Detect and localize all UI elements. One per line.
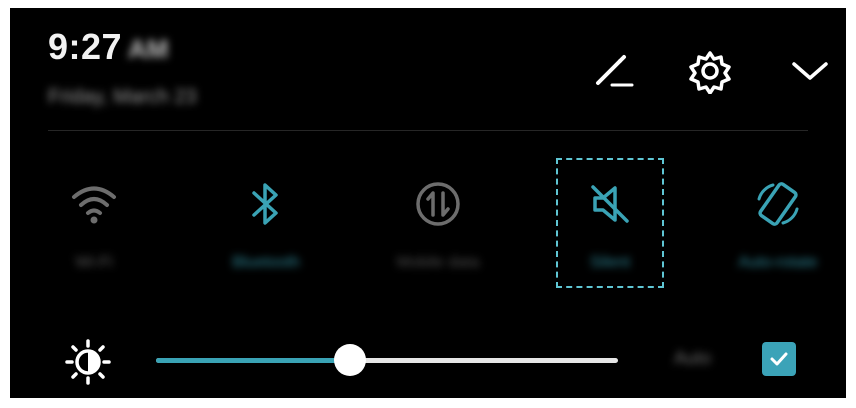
wifi-icon xyxy=(72,186,116,224)
brightness-icon xyxy=(62,336,114,388)
tile-label: Auto-rotate xyxy=(738,254,818,271)
settings-button[interactable] xyxy=(684,48,736,94)
slider-thumb[interactable] xyxy=(334,344,367,376)
date-label: Friday, March 23 xyxy=(48,86,197,108)
clock-ampm: AM xyxy=(128,34,169,64)
tile-label: Wi-Fi xyxy=(75,254,113,271)
slider-fill xyxy=(156,358,351,363)
header-divider xyxy=(48,130,808,131)
collapse-button[interactable] xyxy=(784,48,836,94)
edit-button[interactable] xyxy=(588,48,640,94)
gear-icon xyxy=(689,51,731,94)
tile-bluetooth[interactable]: Bluetooth xyxy=(196,158,336,290)
mobile-data-icon xyxy=(416,182,460,226)
tile-mobile-data[interactable]: Mobile data xyxy=(368,158,508,290)
auto-brightness-label: Auto xyxy=(674,348,712,368)
brightness-slider[interactable] xyxy=(156,340,618,380)
clock-time: 9:27 xyxy=(48,26,123,67)
tile-wifi[interactable]: Wi-Fi xyxy=(24,158,164,290)
brightness-sun-icon xyxy=(65,339,111,385)
tile-label: Silent xyxy=(589,254,631,271)
chevron-down-icon xyxy=(792,62,828,80)
auto-brightness-checkbox[interactable] xyxy=(762,342,796,376)
tile-label: Bluetooth xyxy=(232,254,300,271)
checkmark-icon xyxy=(770,352,788,366)
notification-panel: 9:27 AM Friday, March 23 Wi-Fi Bluetooth… xyxy=(10,8,846,398)
tile-label: Mobile data xyxy=(396,254,480,271)
silent-icon xyxy=(591,185,629,223)
tile-silent[interactable]: Silent xyxy=(556,158,664,288)
auto-rotate-icon xyxy=(757,182,799,226)
bluetooth-icon xyxy=(252,183,278,225)
tile-auto-rotate[interactable]: Auto-rotate xyxy=(710,158,846,290)
pencil-icon xyxy=(596,55,634,87)
